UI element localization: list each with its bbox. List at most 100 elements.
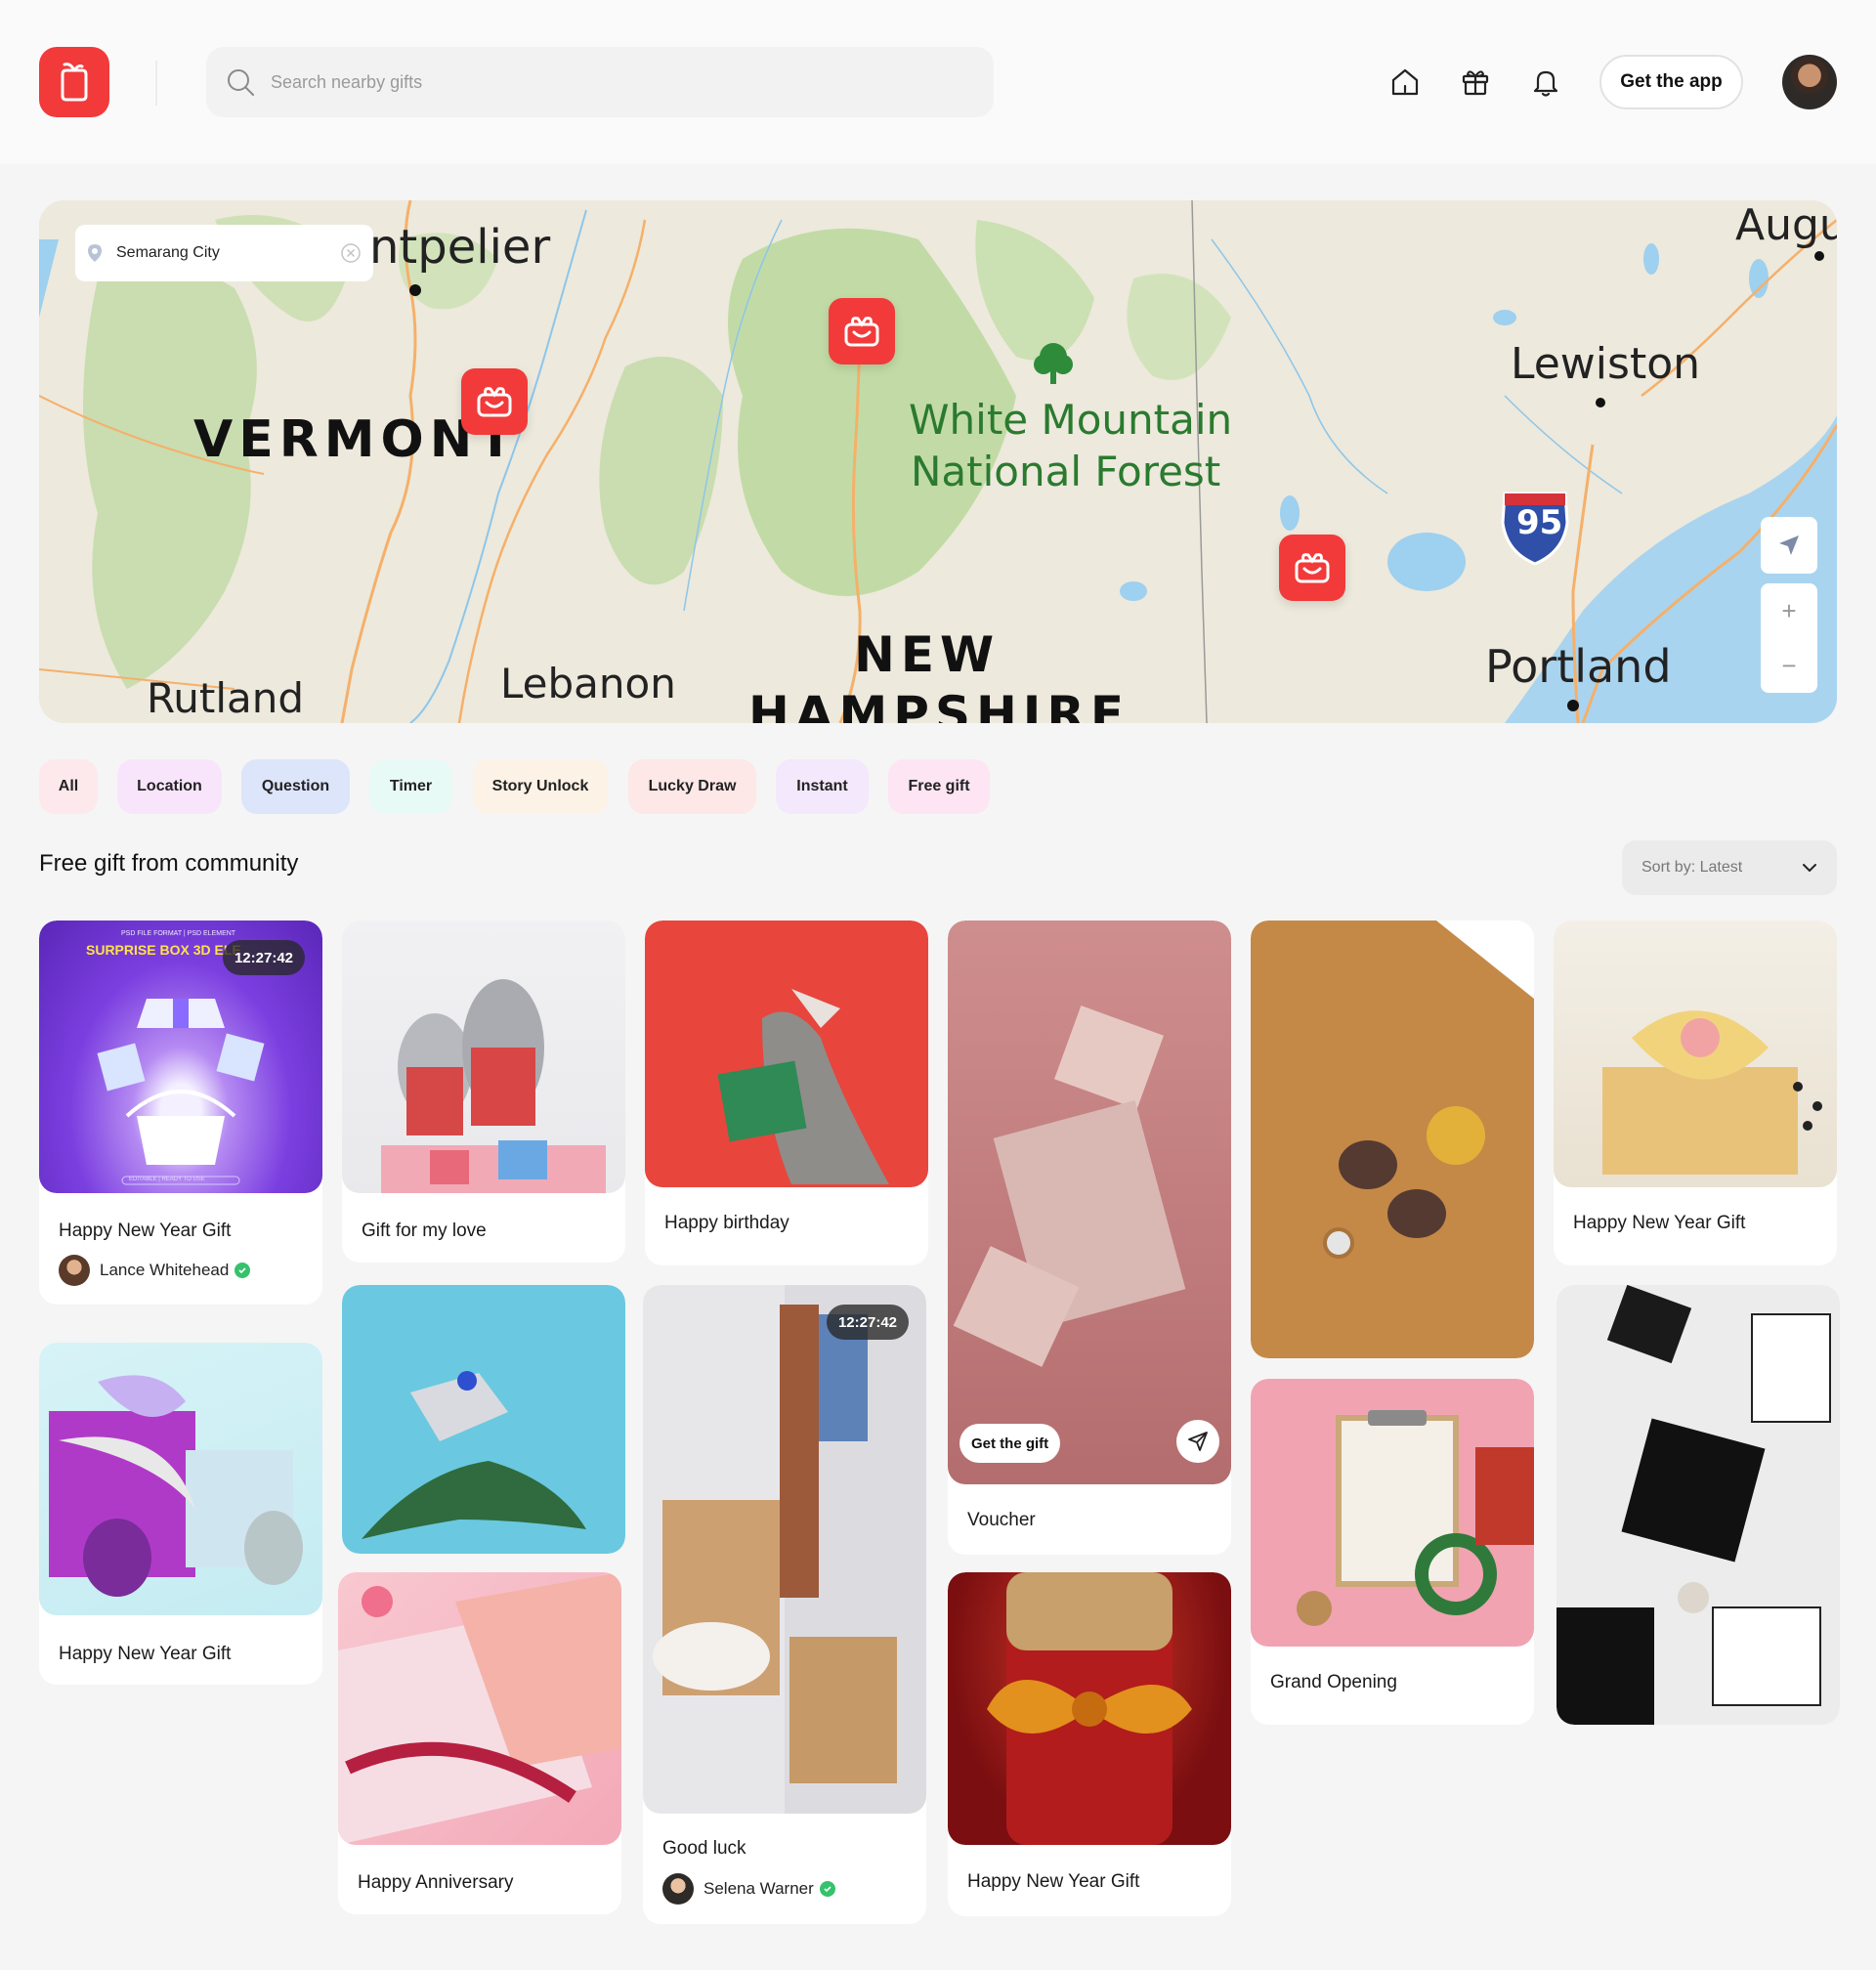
chip-label: Story Unlock [491, 778, 589, 794]
toy-mice-illustration [381, 979, 606, 1193]
author-name: Lance Whitehead [100, 1261, 230, 1279]
gift-box-icon [844, 317, 879, 347]
chevron-down-icon [1803, 864, 1816, 872]
map-label-lebanon: Lebanon [500, 660, 676, 707]
gift-card-image [1556, 1285, 1840, 1725]
gift-card[interactable] [1251, 921, 1534, 1358]
gift-card-title: Good luck [662, 1838, 746, 1859]
gift-box-icon [477, 387, 512, 417]
filter-chip-free-gift[interactable]: Free gift [888, 759, 990, 814]
black-white-gifts-illustration [1556, 1285, 1831, 1725]
notifications-button[interactable] [1526, 63, 1565, 102]
gold-gift-flowers-illustration [1602, 1010, 1822, 1175]
zoom-controls: + − [1761, 583, 1817, 693]
filter-chip-instant[interactable]: Instant [776, 759, 869, 814]
sunglasses-watch-illustration [1251, 921, 1534, 1358]
gift-card[interactable] [1556, 1285, 1840, 1725]
sort-dropdown[interactable]: Sort by: Latest [1622, 840, 1837, 895]
gift-card-title: Voucher [967, 1510, 1036, 1530]
gift-map-pin[interactable] [461, 368, 528, 435]
gift-map-pin[interactable] [1279, 535, 1345, 601]
zoom-out-button[interactable]: − [1761, 638, 1817, 693]
filter-chip-story-unlock[interactable]: Story Unlock [473, 759, 608, 814]
header-divider [155, 61, 157, 106]
app-logo[interactable] [39, 47, 109, 117]
gift-card-title: Happy Anniversary [358, 1872, 514, 1893]
gift-button[interactable] [1456, 63, 1495, 102]
gift-card[interactable]: Gift for my love [342, 921, 625, 1263]
filter-chip-question[interactable]: Question [241, 759, 350, 814]
gift-card[interactable]: 12:27:42 Good luck Selena Warner [643, 1285, 926, 1924]
author-name: Selena Warner [704, 1879, 814, 1898]
golden-bow-illustration [987, 1572, 1192, 1845]
search-icon [228, 69, 254, 96]
gift-card[interactable]: Happy New Year Gift [39, 1343, 322, 1685]
filter-chip-location[interactable]: Location [117, 759, 222, 814]
chip-label: Instant [796, 778, 848, 794]
map-label-montpelier: ntpelier [369, 220, 551, 275]
filter-chip-lucky-draw[interactable]: Lucky Draw [628, 759, 756, 814]
gift-card-title: Grand Opening [1270, 1672, 1397, 1692]
gift-card[interactable] [342, 1285, 625, 1554]
gift-card[interactable]: Happy New Year Gift [948, 1572, 1231, 1916]
search-input[interactable]: Search nearby gifts [206, 47, 994, 117]
countdown-timer: 12:27:42 [222, 940, 305, 975]
gift-map[interactable]: ntpelier VERMONT White Mountain National… [39, 200, 1837, 723]
gift-card-image [1554, 921, 1837, 1187]
zoom-in-button[interactable]: + [1761, 583, 1817, 638]
gift-card[interactable]: Happy birthday [645, 921, 928, 1265]
gift-card-image [39, 1343, 322, 1615]
gift-card[interactable]: Happy New Year Gift [1554, 921, 1837, 1265]
map-label-national-forest: National Forest [911, 448, 1221, 495]
navigation-arrow-icon [1779, 535, 1799, 555]
chip-label: Question [261, 778, 330, 794]
gift-card-image [338, 1572, 621, 1845]
get-the-app-button[interactable]: Get the app [1599, 55, 1743, 109]
filter-chip-timer[interactable]: Timer [369, 759, 452, 814]
apple-gift-icon [61, 63, 88, 102]
map-label-hampshire: HAMPSHIRE [748, 686, 1130, 723]
home-button[interactable] [1386, 63, 1425, 102]
gift-card[interactable]: Happy Anniversary [338, 1572, 621, 1914]
get-the-gift-button[interactable]: Get the gift [959, 1424, 1061, 1463]
verified-badge-icon [819, 1881, 835, 1897]
voucher-letter-illustration [953, 1006, 1186, 1367]
my-location-button[interactable] [1761, 517, 1817, 574]
gift-card-title: Happy New Year Gift [967, 1871, 1140, 1892]
share-gift-button[interactable] [1176, 1420, 1219, 1463]
gift-card-author[interactable]: Lance Whitehead [59, 1255, 251, 1286]
gift-card[interactable]: Get the gift Voucher [948, 921, 1231, 1555]
home-icon [1391, 68, 1419, 96]
chip-label: Timer [389, 778, 433, 794]
chip-label: All [58, 778, 79, 794]
gift-card[interactable]: Grand Opening [1251, 1379, 1534, 1725]
map-label-new: NEW [854, 626, 1001, 683]
filter-chip-all[interactable]: All [39, 759, 98, 814]
gift-card[interactable]: PSD FILE FORMAT | PSD ELEMENT SURPRISE B… [39, 921, 322, 1305]
user-avatar[interactable] [1782, 55, 1837, 109]
gift-icon [1462, 70, 1489, 96]
gift-map-pin[interactable] [829, 298, 895, 364]
gift-card-image: Get the gift [948, 921, 1231, 1484]
location-value: Semarang City [116, 244, 220, 261]
location-pin-icon [88, 244, 102, 262]
chip-label: Free gift [908, 778, 970, 794]
envelopes-ribbon-illustration [338, 1572, 621, 1845]
dinosaur-santa-illustration [717, 989, 889, 1184]
section-title: Free gift from community [39, 850, 299, 877]
gift-card-title: Happy birthday [664, 1213, 789, 1233]
chip-label: Location [137, 778, 202, 794]
author-avatar [662, 1873, 694, 1905]
map-label-portland: Portland [1485, 640, 1672, 693]
banner-footer: EDITABLE | READY TO USE [129, 1177, 205, 1182]
chip-label: Lucky Draw [648, 778, 737, 794]
gift-card-image [645, 921, 928, 1187]
location-field[interactable]: Semarang City [75, 225, 373, 281]
clear-location-icon[interactable] [340, 242, 362, 264]
clipboard-wreath-illustration [1297, 1410, 1534, 1626]
gift-card-image [948, 1572, 1231, 1845]
sort-label: Sort by: Latest [1642, 859, 1743, 876]
gift-box-icon [1295, 553, 1330, 583]
gift-card-title: Happy New Year Gift [59, 1221, 232, 1241]
gift-card-author[interactable]: Selena Warner [662, 1873, 835, 1905]
